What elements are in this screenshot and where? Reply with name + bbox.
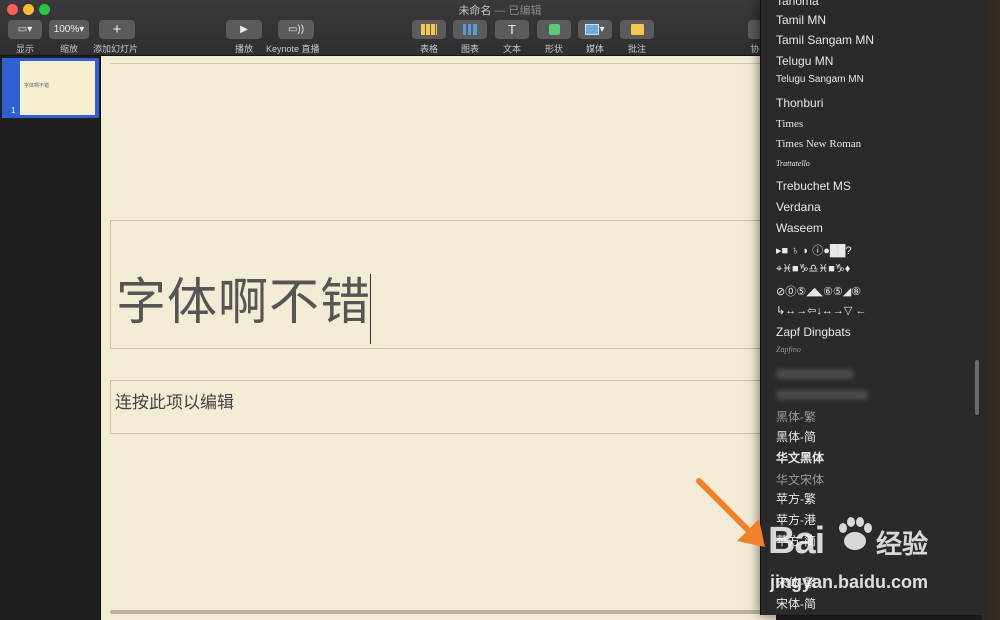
font-item-heiti-tc[interactable]: 黑体-繁 bbox=[776, 408, 816, 425]
comment-icon bbox=[630, 24, 644, 35]
font-item-telugu-mn[interactable]: Telugu MN bbox=[776, 54, 833, 68]
body-text-box[interactable]: 连按此项以编辑 bbox=[110, 380, 785, 434]
watermark-brand: Bai bbox=[768, 520, 825, 562]
plus-icon: + bbox=[99, 20, 135, 39]
zoom-menu-button[interactable]: 100% ▾ 缩放 bbox=[49, 20, 89, 55]
view-label: 显示 bbox=[15, 44, 34, 54]
font-item-zapfino[interactable]: Zapfino bbox=[776, 345, 801, 354]
font-item-tamil-mn[interactable]: Tamil MN bbox=[776, 13, 826, 27]
zoom-label: 缩放 bbox=[59, 44, 78, 54]
document-status: — 已编辑 bbox=[494, 5, 542, 17]
text-icon: T bbox=[495, 20, 529, 39]
font-item-waseem[interactable]: Waseem bbox=[776, 221, 823, 235]
font-item-trattatello[interactable]: Trattatello bbox=[776, 159, 810, 168]
font-item-wingdings-3[interactable]: ↳↔→⇦↓↔→▽ ← bbox=[776, 304, 866, 317]
shape-button[interactable]: 形状 bbox=[537, 20, 571, 55]
font-item-times[interactable]: Times bbox=[776, 118, 803, 130]
font-item-tamil-sangam-mn[interactable]: Tamil Sangam MN bbox=[776, 33, 874, 47]
zoom-value: 100% bbox=[53, 24, 80, 35]
watermark-url: jingyan.baidu.com bbox=[770, 572, 929, 592]
arrow-icon bbox=[696, 478, 765, 547]
chevron-down-icon: ▾ bbox=[599, 24, 605, 35]
comment-label: 批注 bbox=[627, 44, 646, 54]
play-icon: ▶ bbox=[226, 20, 262, 39]
add-slide-button[interactable]: + 添加幻灯片 bbox=[93, 20, 138, 55]
play-button[interactable]: ▶ 播放 bbox=[226, 20, 262, 55]
slide-title[interactable]: 字体啊不错 bbox=[116, 277, 371, 327]
keynote-window: 未命名 — 已编辑 ▭▾ 显示 100% ▾ 缩放 + 添加幻灯片 ▶ 播放 ▭)… bbox=[0, 0, 1000, 620]
sidebar-icon: ▭▾ bbox=[8, 20, 42, 39]
title-text-box[interactable]: 字体啊不错 bbox=[110, 220, 785, 349]
font-item-zapf-dingbats[interactable]: Zapf Dingbats bbox=[776, 325, 851, 339]
font-item-telugu-sangam-mn[interactable]: Telugu Sangam MN bbox=[776, 74, 864, 85]
font-item-wingdings[interactable]: ⌖♓■♑♎♓■♑♦ bbox=[776, 262, 850, 276]
slide-canvas[interactable]: 字体啊不错 连按此项以编辑 bbox=[101, 56, 785, 620]
horizontal-scrollbar[interactable] bbox=[110, 610, 776, 614]
font-item-thonburi[interactable]: Thonburi bbox=[776, 96, 823, 110]
slide-thumbnail[interactable]: 字体啊不错 bbox=[20, 61, 95, 115]
watermark-brand-cn: 经验 bbox=[876, 529, 929, 559]
paw-icon bbox=[839, 517, 872, 550]
add-slide-label: 添加幻灯片 bbox=[93, 44, 139, 54]
slide-navigator: 1 字体啊不错 bbox=[0, 56, 101, 620]
font-item-trebuchet-ms[interactable]: Trebuchet MS bbox=[776, 179, 851, 193]
broadcast-icon: ▭)) bbox=[278, 20, 314, 39]
font-item-stheiti[interactable]: 华文黑体 bbox=[776, 449, 824, 466]
shape-label: 形状 bbox=[544, 44, 563, 54]
font-item-heiti-sc[interactable]: 黑体-简 bbox=[776, 428, 816, 445]
document-name: 未命名 bbox=[458, 5, 492, 17]
text-button[interactable]: T 文本 bbox=[495, 20, 529, 55]
body-placeholder[interactable]: 连按此项以编辑 bbox=[115, 388, 234, 413]
table-label: 表格 bbox=[419, 44, 438, 54]
watermark: Bai 经验 jingyan.baidu.com bbox=[768, 512, 968, 602]
media-button[interactable]: ▾ 媒体 bbox=[578, 20, 612, 55]
chart-icon bbox=[463, 24, 477, 35]
font-item-blurred[interactable] bbox=[776, 390, 868, 400]
chart-button[interactable]: 图表 bbox=[453, 20, 487, 55]
font-item-verdana[interactable]: Verdana bbox=[776, 200, 821, 214]
text-label: 文本 bbox=[502, 44, 521, 54]
view-menu-button[interactable]: ▭▾ 显示 bbox=[8, 20, 42, 55]
slide-thumbnail-row[interactable]: 1 字体啊不错 bbox=[2, 58, 99, 118]
chart-label: 图表 bbox=[460, 44, 479, 54]
font-item-tahoma[interactable]: Tahoma bbox=[776, 0, 819, 8]
shape-icon bbox=[548, 24, 560, 35]
font-item-wingdings-2[interactable]: ⊘⓪⑤◢◣⑥⑤◢⑧ bbox=[776, 283, 861, 299]
font-item-times-new-roman[interactable]: Times New Roman bbox=[776, 138, 861, 150]
window-edge bbox=[982, 0, 1000, 620]
menu-scrollbar[interactable] bbox=[975, 360, 979, 415]
comment-button[interactable]: 批注 bbox=[620, 20, 654, 55]
slide-number: 1 bbox=[11, 106, 16, 115]
text-cursor bbox=[370, 274, 371, 344]
table-icon bbox=[421, 24, 437, 35]
font-item-blurred[interactable] bbox=[776, 369, 854, 379]
table-button[interactable]: 表格 bbox=[412, 20, 446, 55]
font-item-webdings[interactable]: ▸■ ♄ ◗ ⓘ●██? bbox=[776, 242, 852, 258]
font-item-pingfang-tc[interactable]: 苹方-繁 bbox=[776, 490, 816, 507]
keynote-live-button[interactable]: ▭)) Keynote 直播 bbox=[266, 20, 320, 55]
media-icon bbox=[585, 24, 600, 35]
media-label: 媒体 bbox=[585, 44, 604, 54]
slide-thumbnail-title: 字体啊不错 bbox=[24, 83, 50, 89]
font-item-stsong[interactable]: 华文宋体 bbox=[776, 471, 824, 488]
keynote-live-label: Keynote 直播 bbox=[266, 44, 320, 54]
play-label: 播放 bbox=[234, 44, 253, 54]
chevron-down-icon: ▾ bbox=[79, 24, 85, 35]
slide-top-edge bbox=[110, 63, 776, 64]
